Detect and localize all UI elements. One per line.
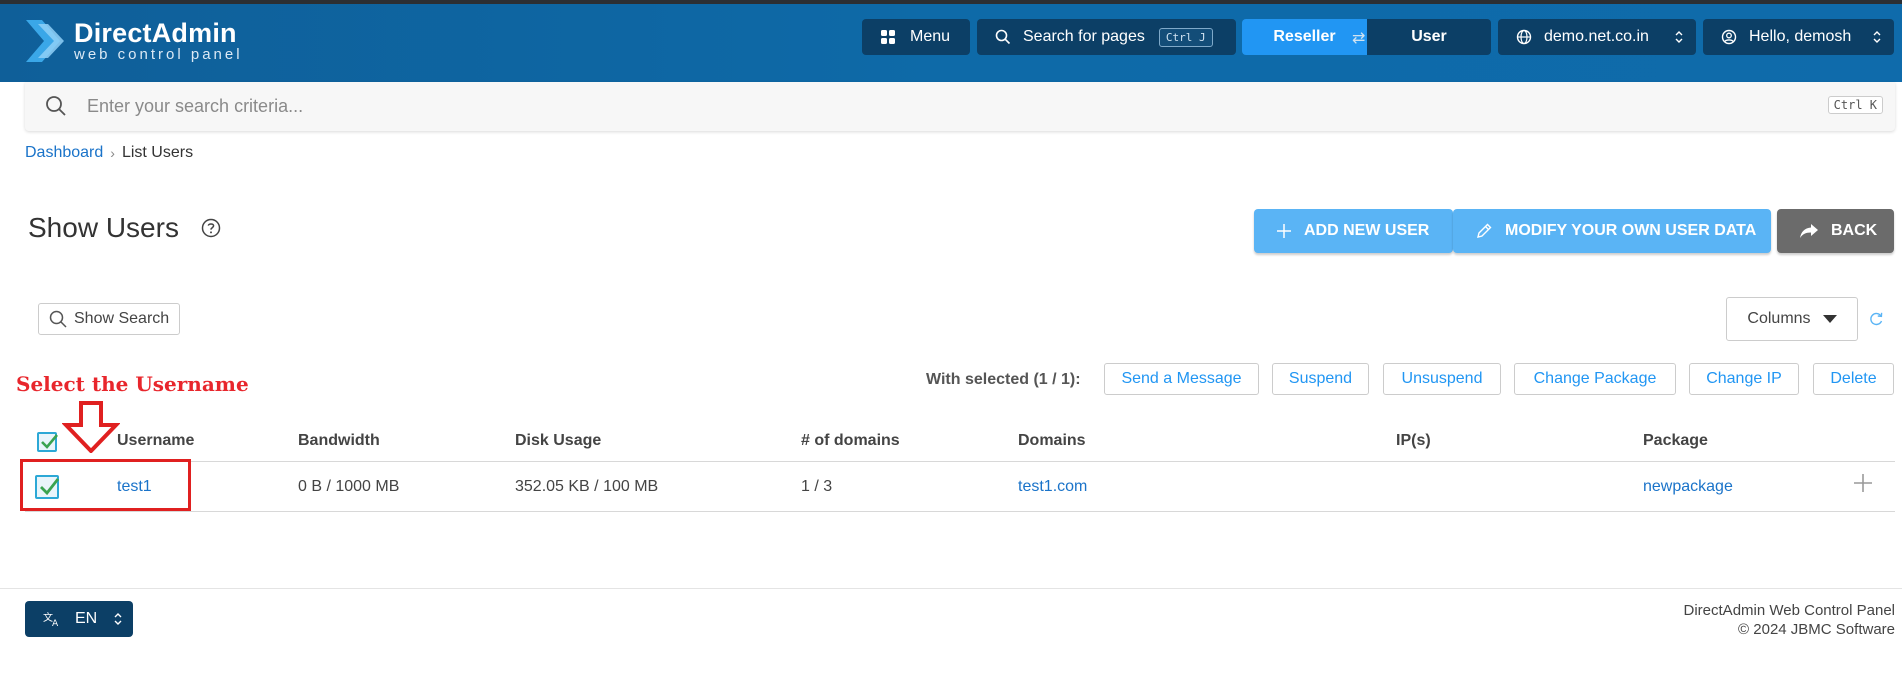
show-search-label: Show Search: [74, 310, 170, 327]
table-row: test1 0 B / 1000 MB 352.05 KB / 100 MB 1…: [25, 462, 1895, 512]
svg-text:A: A: [52, 619, 59, 627]
translate-icon: 文A: [43, 611, 61, 627]
logo[interactable]: DirectAdmin web control panel: [24, 18, 243, 64]
search-icon: [995, 29, 1011, 45]
columns-dropdown[interactable]: Columns: [1726, 297, 1858, 341]
caret-down-icon: [1822, 315, 1837, 323]
highlight-box: [20, 459, 191, 511]
global-search-bar: Ctrl K: [25, 82, 1895, 131]
annotation-label: Select the Username: [16, 372, 249, 396]
mode-reseller[interactable]: Reseller: [1242, 19, 1367, 55]
cell-disk-usage: 352.05 KB / 100 MB: [515, 478, 659, 495]
language-selector[interactable]: 文A EN: [25, 601, 133, 637]
with-selected-label: With selected (1 / 1):: [926, 371, 1081, 388]
domain-link[interactable]: test1.com: [1018, 478, 1087, 495]
swap-icon: ⇄: [1352, 30, 1366, 47]
menu-label: Menu: [910, 28, 951, 45]
package-link[interactable]: newpackage: [1643, 478, 1733, 495]
domain-label: demo.net.co.in: [1544, 28, 1649, 45]
unsuspend-button[interactable]: Unsuspend: [1383, 363, 1501, 395]
search-pages-button[interactable]: Search for pages Ctrl J: [977, 19, 1236, 55]
col-username[interactable]: Username: [117, 420, 194, 462]
updown-chevron-icon: [1674, 29, 1684, 45]
greeting-label: Hello, demosh: [1749, 28, 1852, 45]
select-all-checkbox[interactable]: [37, 432, 58, 452]
table-header: Username Bandwidth Disk Usage # of domai…: [25, 420, 1895, 462]
col-bandwidth[interactable]: Bandwidth: [298, 420, 380, 462]
add-new-user-button[interactable]: ADD NEW USER: [1254, 209, 1453, 253]
brand-title: DirectAdmin: [74, 18, 237, 48]
change-package-button[interactable]: Change Package: [1514, 363, 1676, 395]
delete-button[interactable]: Delete: [1813, 363, 1894, 395]
cell-bandwidth: 0 B / 1000 MB: [298, 478, 400, 495]
send-message-button[interactable]: Send a Message: [1104, 363, 1259, 395]
back-button[interactable]: BACK: [1777, 209, 1894, 253]
suspend-button[interactable]: Suspend: [1272, 363, 1369, 395]
col-domains[interactable]: Domains: [1018, 420, 1086, 462]
breadcrumb-current: List Users: [121, 144, 194, 161]
directadmin-logo-icon: [26, 20, 64, 62]
plus-icon: [1276, 223, 1292, 239]
global-search-input[interactable]: [87, 92, 1787, 120]
help-icon[interactable]: [201, 218, 221, 243]
grid-icon: [880, 29, 896, 45]
language-label: EN: [75, 610, 98, 627]
menu-button[interactable]: Menu: [862, 19, 970, 55]
brand-subtitle: web control panel: [74, 46, 243, 63]
expand-row-icon[interactable]: [1852, 472, 1874, 499]
breadcrumb: Dashboard › List Users: [25, 144, 193, 162]
col-package[interactable]: Package: [1643, 420, 1708, 462]
page-title: Show Users: [28, 212, 179, 243]
footer-divider: [0, 588, 1902, 589]
modify-user-data-button[interactable]: MODIFY YOUR OWN USER DATA: [1453, 209, 1771, 253]
modify-user-data-label: MODIFY YOUR OWN USER DATA: [1505, 222, 1757, 239]
updown-chevron-icon: [1872, 29, 1882, 45]
cell-domain-count: 1 / 3: [801, 478, 833, 495]
pencil-icon: [1475, 222, 1493, 240]
refresh-icon[interactable]: [1868, 311, 1884, 332]
mode-toggle[interactable]: Reseller User: [1242, 19, 1491, 55]
globe-icon: [1516, 29, 1532, 45]
add-new-user-label: ADD NEW USER: [1304, 222, 1430, 239]
col-domain-count[interactable]: # of domains: [801, 420, 900, 462]
search-pages-shortcut: Ctrl J: [1158, 27, 1213, 47]
updown-chevron-icon: [113, 611, 123, 627]
show-search-button[interactable]: Show Search: [38, 303, 180, 335]
footer-line2: © 2024 JBMC Software: [1738, 621, 1895, 638]
back-label: BACK: [1831, 222, 1878, 239]
share-arrow-icon: [1799, 223, 1819, 239]
user-menu[interactable]: Hello, demosh: [1703, 19, 1894, 55]
mode-user[interactable]: User: [1367, 19, 1491, 55]
search-icon: [45, 95, 67, 122]
footer-line1: DirectAdmin Web Control Panel: [1683, 602, 1895, 619]
col-disk-usage[interactable]: Disk Usage: [515, 420, 601, 462]
breadcrumb-dashboard[interactable]: Dashboard: [25, 144, 103, 162]
global-search-shortcut: Ctrl K: [1827, 96, 1883, 114]
columns-label: Columns: [1747, 310, 1811, 327]
chevron-right-icon: ›: [110, 145, 115, 161]
search-pages-label: Search for pages: [1023, 28, 1145, 45]
user-circle-icon: [1721, 29, 1737, 45]
search-icon: [49, 310, 67, 328]
col-ips[interactable]: IP(s): [1396, 420, 1431, 462]
change-ip-button[interactable]: Change IP: [1689, 363, 1799, 395]
domain-selector[interactable]: demo.net.co.in: [1498, 19, 1696, 55]
footer-copyright: DirectAdmin Web Control Panel © 2024 JBM…: [1684, 601, 1895, 639]
